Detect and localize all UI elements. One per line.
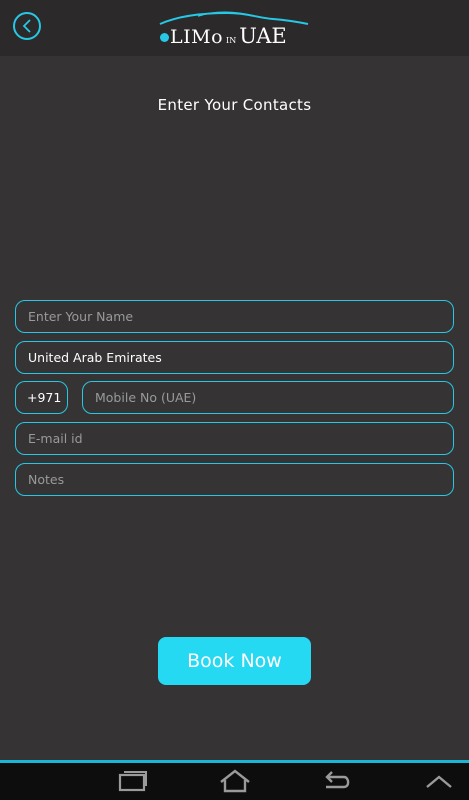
logo-limo: LIMo (170, 26, 224, 48)
email-input[interactable]: E-mail id (15, 422, 454, 455)
logo-text: LIMo IN UAE (160, 24, 287, 48)
app-logo: LIMo IN UAE (158, 10, 318, 50)
name-input[interactable]: Enter Your Name (15, 300, 454, 333)
country-select[interactable]: United Arab Emirates (15, 341, 454, 374)
logo-in: IN (226, 36, 237, 45)
mobile-input[interactable]: Mobile No (UAE) (82, 381, 454, 414)
top-bar: LIMo IN UAE (0, 0, 469, 56)
logo-uae: UAE (239, 24, 287, 48)
back-icon[interactable] (322, 769, 352, 793)
country-code-field[interactable]: +971 (15, 381, 68, 414)
system-nav-bar (0, 763, 469, 800)
chevron-up-icon[interactable] (424, 769, 454, 793)
chevron-left-icon (22, 19, 31, 33)
logo-dot (160, 33, 169, 42)
back-button[interactable] (13, 12, 41, 40)
notes-input[interactable]: Notes (15, 463, 454, 496)
book-now-button[interactable]: Book Now (158, 637, 311, 685)
recent-apps-icon[interactable] (118, 769, 148, 793)
page-title: Enter Your Contacts (157, 96, 312, 114)
home-icon[interactable] (219, 769, 251, 793)
